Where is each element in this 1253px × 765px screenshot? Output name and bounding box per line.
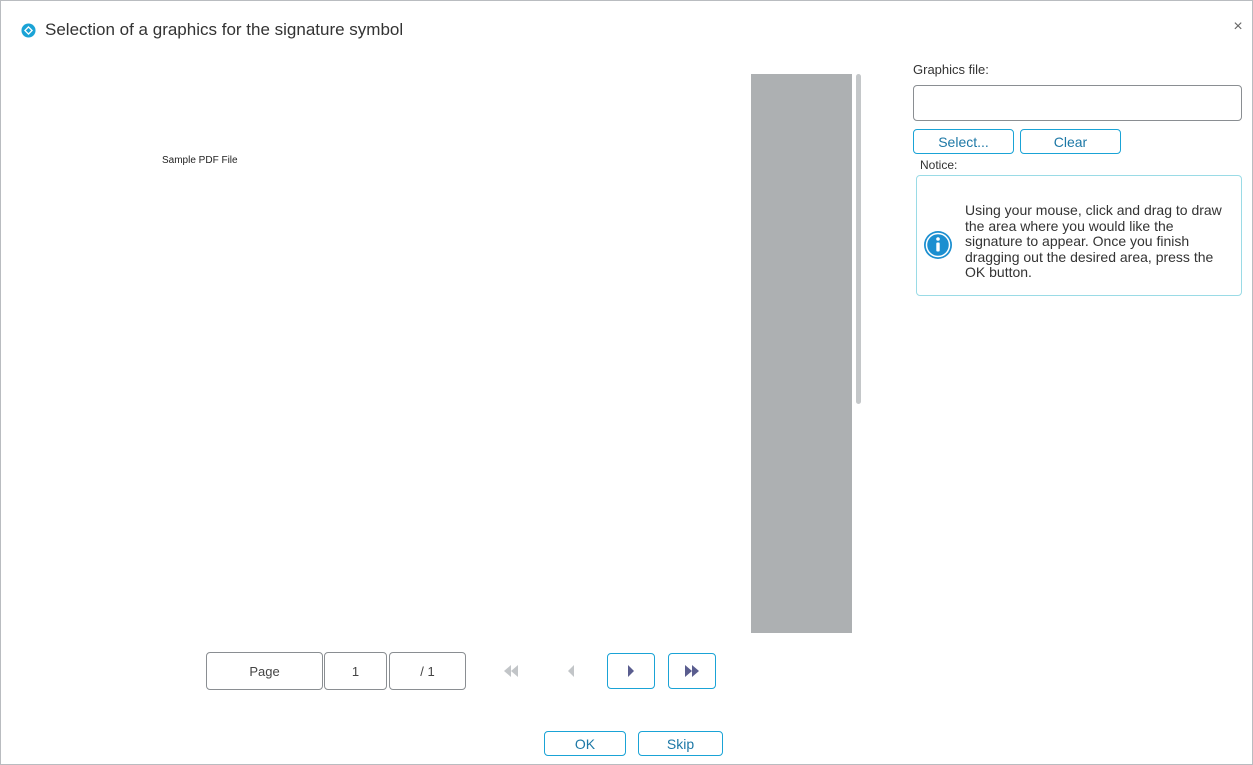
- chevron-right-icon: [628, 665, 634, 677]
- graphics-file-input[interactable]: [913, 85, 1242, 121]
- app-logo-icon: [21, 23, 36, 38]
- close-icon[interactable]: ×: [1230, 18, 1246, 36]
- skip-button[interactable]: Skip: [638, 731, 723, 756]
- current-page-input[interactable]: 1: [324, 652, 387, 690]
- info-icon: [924, 231, 952, 259]
- clear-button[interactable]: Clear: [1020, 129, 1121, 154]
- double-chevron-left-icon: [504, 665, 518, 677]
- page-label-box: Page: [206, 652, 323, 690]
- graphics-file-label: Graphics file:: [913, 62, 989, 77]
- current-page-value: 1: [351, 663, 360, 679]
- notice-text: Using your mouse, click and drag to draw…: [965, 202, 1222, 280]
- pdf-page[interactable]: Sample PDF File: [82, 74, 751, 633]
- total-pages-box: / 1: [389, 652, 466, 690]
- previous-page-button: [547, 653, 595, 689]
- total-pages-value: / 1: [420, 663, 435, 679]
- chevron-left-icon: [568, 665, 574, 677]
- select-button[interactable]: Select...: [913, 129, 1014, 154]
- signature-graphic-dialog: Selection of a graphics for the signatur…: [0, 0, 1253, 765]
- notice-label: Notice:: [920, 158, 958, 172]
- first-page-button: [487, 653, 535, 689]
- pdf-preview-area[interactable]: Sample PDF File: [82, 74, 852, 633]
- dialog-title: Selection of a graphics for the signatur…: [45, 20, 404, 39]
- title-bar: Selection of a graphics for the signatur…: [1, 1, 1252, 45]
- preview-scrollbar[interactable]: [856, 74, 861, 404]
- preview-gutter: [751, 74, 852, 633]
- last-page-button[interactable]: [668, 653, 716, 689]
- next-page-button[interactable]: [607, 653, 655, 689]
- ok-button[interactable]: OK: [544, 731, 626, 756]
- double-chevron-right-icon: [685, 665, 699, 677]
- pdf-page-text: Sample PDF File: [162, 155, 238, 166]
- page-label: Page: [249, 663, 280, 679]
